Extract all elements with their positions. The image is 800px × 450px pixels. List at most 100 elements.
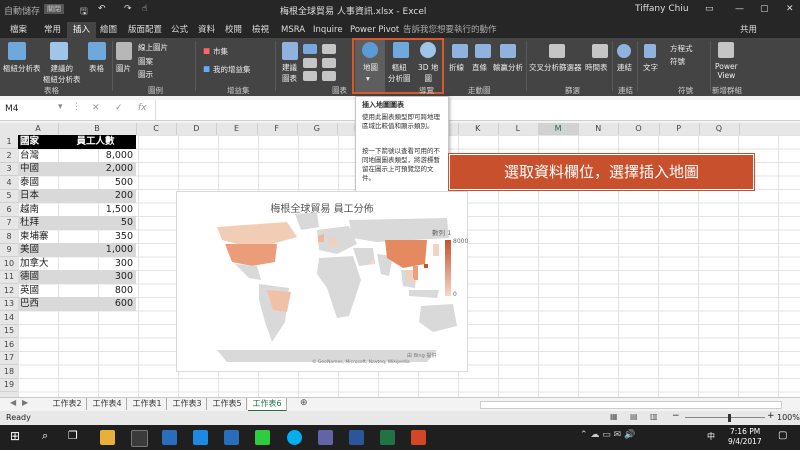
touch-mode-icon[interactable]: ☝ [142,4,147,14]
country-cell[interactable]: 中國 [18,162,58,176]
row-header[interactable]: 6 [0,203,18,217]
country-cell[interactable]: 柬埔寨 [18,230,58,244]
sheet-prev-icon[interactable]: ◀ [10,398,16,407]
column-header[interactable]: C [136,123,178,135]
enter-icon[interactable]: ✓ [115,103,123,113]
country-cell[interactable]: 泰國 [18,176,58,190]
zoom-level[interactable]: 100% [777,413,800,422]
employee-count-cell[interactable]: 200 [58,189,136,203]
row-header[interactable]: 10 [0,257,18,271]
normal-view-icon[interactable]: ▦ [610,412,618,421]
row-header[interactable]: 1 [0,135,18,149]
power-view-button[interactable]: Power View [715,62,738,80]
employee-count-cell[interactable]: 2,000 [58,162,136,176]
tab-draw[interactable]: 繪圖 [100,22,117,38]
row-header[interactable]: 14 [0,311,18,325]
edge-icon[interactable] [193,430,208,445]
column-header[interactable]: A [18,123,59,135]
employee-count-cell[interactable]: 300 [58,270,136,284]
teams-icon[interactable] [318,430,333,445]
column-header[interactable]: M [538,123,580,135]
column-header[interactable]: K [458,123,499,135]
page-layout-icon[interactable]: ▤ [630,412,638,421]
tell-me-box[interactable]: 告訴我您想要執行的動作 [403,22,497,38]
row-header[interactable]: 15 [0,324,18,338]
link-button[interactable]: 連結 [617,62,632,73]
tab-msra[interactable]: MSRA [281,22,305,38]
employee-count-cell[interactable]: 350 [58,230,136,244]
store-button[interactable]: 市集 [213,46,228,57]
maximize-icon[interactable]: ▢ [760,4,769,14]
outlook-icon[interactable] [162,430,177,445]
row-header[interactable]: 16 [0,338,18,352]
autosave-toggle[interactable]: 關閉 [44,4,64,14]
row-header[interactable]: 9 [0,243,18,257]
tab-power-pivot[interactable]: Power Pivot [350,22,399,38]
employee-count-cell[interactable]: 300 [58,257,136,271]
redo-icon[interactable]: ↷ [124,4,132,14]
table-button[interactable]: 表格 [89,63,104,74]
country-cell[interactable]: 德國 [18,270,58,284]
clock-date[interactable]: 9/4/2017 [728,437,762,446]
line-sparkline-button[interactable]: 折線 [449,62,464,73]
ribbon-display-icon[interactable]: ▭ [705,4,714,14]
country-cell[interactable]: 巴西 [18,297,58,311]
winloss-button[interactable]: 輸贏分析 [493,62,523,73]
word-icon[interactable] [349,430,364,445]
tab-inquire[interactable]: Inquire [313,22,343,38]
row-header[interactable]: 19 [0,378,18,392]
name-box-dropdown-icon[interactable]: ▾ [58,102,63,112]
slicer-button[interactable]: 交叉分析篩選器 [529,62,582,73]
statistic-chart-icon[interactable] [322,58,336,68]
column-header[interactable]: P [659,123,700,135]
column-sparkline-button[interactable]: 直條 [472,62,487,73]
tab-layout[interactable]: 版面配置 [128,22,162,38]
task-view-icon[interactable]: ❐ [68,429,78,442]
notifications-icon[interactable]: ▢ [778,430,787,441]
employee-count-cell[interactable]: 1,500 [58,203,136,217]
row-header[interactable]: 11 [0,270,18,284]
skype-icon[interactable] [287,430,302,445]
maps-button[interactable]: 地圖 [363,62,378,73]
line-app-icon[interactable] [255,430,270,445]
zoom-in-icon[interactable]: + [767,411,775,421]
employee-count-cell[interactable]: 800 [58,284,136,298]
text-button[interactable]: 文字 [643,62,658,73]
user-name[interactable]: Tiffany Chiu [635,4,689,14]
pie-chart-icon[interactable] [303,71,317,81]
recommended-charts-button[interactable]: 建議 圖表 [282,62,297,84]
powerpoint-icon[interactable] [411,430,426,445]
country-cell[interactable]: 台灣 [18,149,58,163]
column-header[interactable]: E [216,123,258,135]
row-header[interactable]: 13 [0,297,18,311]
icons-button[interactable]: 圖示 [138,69,153,80]
search-icon[interactable]: ⌕ [42,429,48,443]
table-header-cell[interactable]: 員工人數 [58,135,136,149]
horizontal-scrollbar[interactable] [480,401,782,409]
equation-button[interactable]: 方程式 [670,43,693,54]
tab-home[interactable]: 常用 [44,22,61,38]
map-chart[interactable]: 梅根全球貿易 員工分佈 數列 1 8000 0 由 Bing 提供 © GeoN… [176,191,468,372]
online-pictures-button[interactable]: 線上圖片 [138,42,168,53]
formula-input[interactable] [155,100,800,120]
employee-count-cell[interactable]: 600 [58,297,136,311]
undo-icon[interactable]: ↶ [98,4,106,14]
zoom-out-icon[interactable]: − [672,411,680,421]
pictures-button[interactable]: 圖片 [116,63,131,74]
outlook-2-icon[interactable] [224,430,239,445]
line-chart-icon[interactable] [303,58,317,68]
minimize-icon[interactable]: — [735,4,744,14]
employee-count-cell[interactable]: 500 [58,176,136,190]
column-header[interactable]: D [176,123,218,135]
windows-start-icon[interactable]: ⊞ [10,429,20,443]
country-cell[interactable]: 英國 [18,284,58,298]
country-cell[interactable]: 越南 [18,203,58,217]
clock-time[interactable]: 7:16 PM [730,427,760,436]
country-cell[interactable]: 日本 [18,189,58,203]
tab-view[interactable]: 檢視 [252,22,269,38]
column-header[interactable]: L [498,123,539,135]
store-app-icon[interactable] [131,430,148,447]
row-header[interactable]: 5 [0,189,18,203]
more-icon[interactable]: ⋮ [72,102,81,112]
add-sheet-icon[interactable]: ⊕ [300,398,308,408]
